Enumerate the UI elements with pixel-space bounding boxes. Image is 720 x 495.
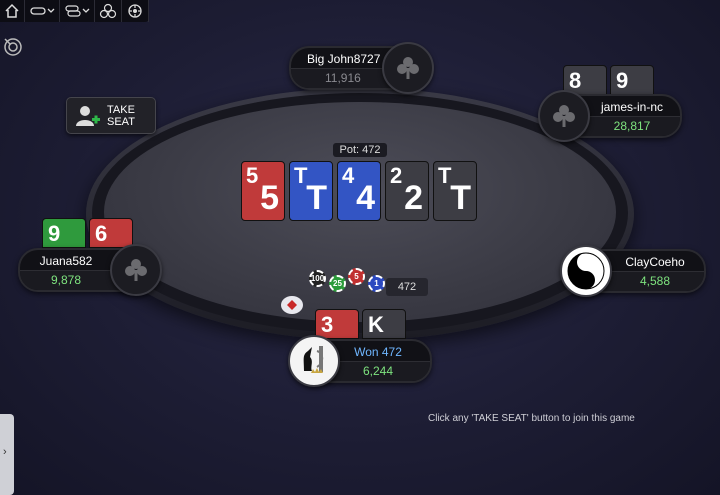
avatar bbox=[110, 244, 162, 296]
hole-card: K bbox=[362, 309, 406, 339]
club-icon bbox=[553, 105, 575, 127]
table-options-icon[interactable] bbox=[3, 37, 23, 62]
board-card: 55 bbox=[241, 161, 285, 221]
tables-dropdown-icon[interactable] bbox=[60, 0, 95, 22]
dealer-button bbox=[281, 296, 303, 314]
board-card: TT bbox=[433, 161, 477, 221]
chip-1: 1 bbox=[368, 275, 385, 292]
add-user-icon bbox=[76, 106, 100, 126]
chevron-right-icon: › bbox=[3, 446, 7, 458]
board-card: TT bbox=[289, 161, 333, 221]
side-panel-toggle[interactable]: › bbox=[0, 414, 14, 495]
hole-card: 6 bbox=[89, 218, 133, 248]
yin-yang-icon bbox=[567, 252, 605, 290]
cashier-icon[interactable] bbox=[95, 0, 122, 22]
take-seat-label-2: SEAT bbox=[107, 116, 135, 128]
avatar bbox=[382, 42, 434, 94]
club-icon bbox=[125, 259, 147, 281]
board-card: 22 bbox=[385, 161, 429, 221]
top-toolbar bbox=[0, 0, 149, 22]
hole-card: 9 bbox=[610, 65, 654, 95]
settings-icon[interactable] bbox=[122, 0, 149, 22]
take-seat-button[interactable]: TAKE SEAT bbox=[66, 97, 156, 134]
board-card: 44 bbox=[337, 161, 381, 221]
chip-100: 100 bbox=[309, 270, 326, 287]
hole-card: 3 bbox=[315, 309, 359, 339]
avatar bbox=[560, 245, 612, 297]
take-seat-label-1: TAKE bbox=[107, 104, 135, 116]
chips-amount: 472 bbox=[386, 278, 428, 296]
chess-pieces-icon bbox=[303, 346, 324, 373]
pot-label: Pot: 472 bbox=[333, 143, 387, 157]
hole-card: 9 bbox=[42, 218, 86, 248]
avatar bbox=[288, 335, 340, 387]
chip-25: 25 bbox=[329, 275, 346, 292]
avatar bbox=[538, 90, 590, 142]
home-icon[interactable] bbox=[0, 0, 25, 22]
chip-5: 5 bbox=[348, 268, 365, 285]
join-hint-text: Click any 'TAKE SEAT' button to join thi… bbox=[428, 413, 635, 424]
lobby-dropdown-icon[interactable] bbox=[25, 0, 60, 22]
club-icon bbox=[397, 57, 419, 79]
